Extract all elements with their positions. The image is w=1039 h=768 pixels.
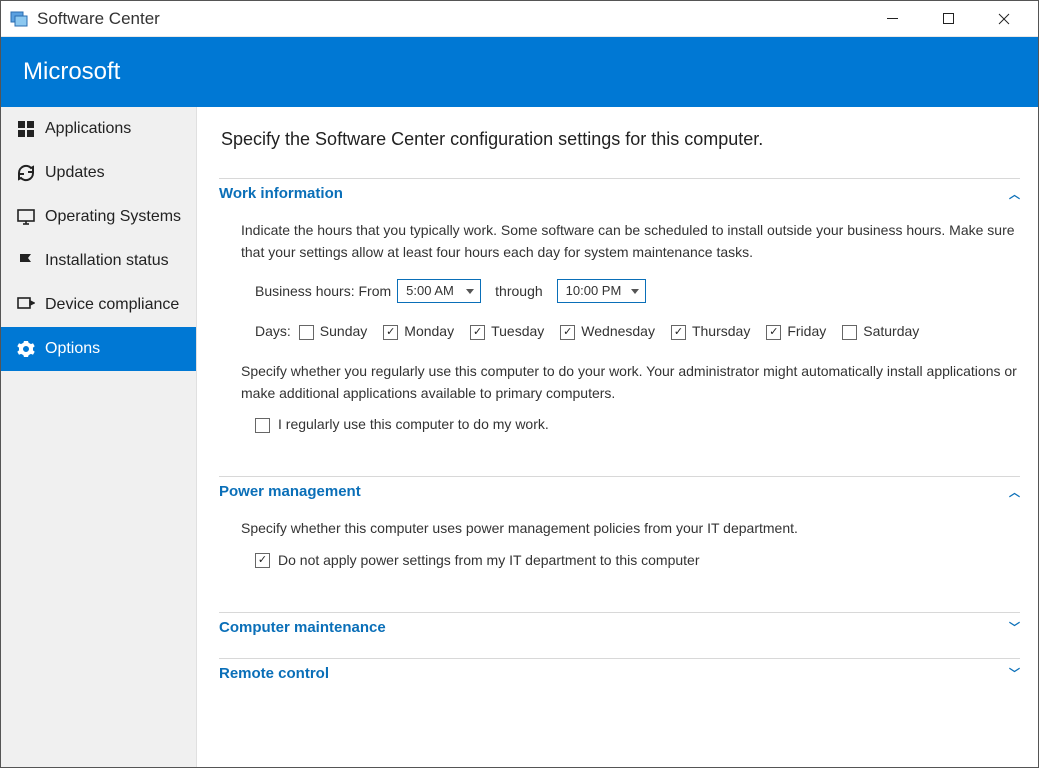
chevron-up-icon: ︿ <box>1009 484 1020 500</box>
work-info-description: Indicate the hours that you typically wo… <box>241 220 1020 263</box>
day-thursday: ✓ Thursday <box>671 321 750 343</box>
section-title: Work information <box>219 185 343 202</box>
shield-icon <box>17 296 35 314</box>
section-header-computer-maintenance[interactable]: Computer maintenance ﹀ <box>219 612 1020 642</box>
sidebar: Applications Updates Operating Systems I… <box>1 107 197 767</box>
day-label: Monday <box>404 321 454 343</box>
sidebar-item-label: Updates <box>45 164 105 182</box>
from-time-value: 5:00 AM <box>406 281 454 301</box>
section-remote-control: Remote control ﹀ <box>219 658 1020 688</box>
section-title: Power management <box>219 483 361 500</box>
sidebar-item-label: Applications <box>45 120 131 138</box>
power-check-row: ✓ Do not apply power settings from my IT… <box>255 550 1020 572</box>
primary-computer-label: I regularly use this computer to do my w… <box>278 414 549 436</box>
chevron-up-icon: ︿ <box>1009 186 1020 202</box>
section-body-power-management: Specify whether this computer uses power… <box>219 506 1020 595</box>
section-title: Computer maintenance <box>219 619 386 636</box>
sidebar-item-label: Operating Systems <box>45 208 181 226</box>
brand-label: Microsoft <box>23 58 120 86</box>
section-computer-maintenance: Computer maintenance ﹀ <box>219 612 1020 642</box>
main-panel: Specify the Software Center configuratio… <box>197 107 1038 767</box>
day-sunday: Sunday <box>299 321 367 343</box>
chevron-down-icon <box>631 289 639 294</box>
minimize-button[interactable] <box>874 5 910 33</box>
days-label: Days: <box>255 321 291 343</box>
day-label: Saturday <box>863 321 919 343</box>
business-hours-label: Business hours: From <box>255 281 391 303</box>
primary-computer-description: Specify whether you regularly use this c… <box>241 361 1020 404</box>
day-label: Thursday <box>692 321 750 343</box>
window-controls <box>874 5 1030 33</box>
page-heading: Specify the Software Center configuratio… <box>219 129 1020 150</box>
flag-icon <box>17 252 35 270</box>
day-label: Sunday <box>320 321 367 343</box>
day-label: Wednesday <box>581 321 655 343</box>
section-header-power-management[interactable]: Power management ︿ <box>219 476 1020 506</box>
day-wednesday: ✓ Wednesday <box>560 321 655 343</box>
checkbox-friday[interactable]: ✓ <box>766 325 781 340</box>
power-description: Specify whether this computer uses power… <box>241 518 1020 540</box>
brand-bar: Microsoft <box>1 37 1038 107</box>
gear-icon <box>17 340 35 358</box>
monitor-icon <box>17 208 35 226</box>
day-label: Friday <box>787 321 826 343</box>
sidebar-item-applications[interactable]: Applications <box>1 107 196 151</box>
sidebar-item-label: Device compliance <box>45 296 179 314</box>
checkbox-sunday[interactable] <box>299 325 314 340</box>
content-area: Applications Updates Operating Systems I… <box>1 107 1038 767</box>
chevron-down-icon <box>466 289 474 294</box>
day-saturday: Saturday <box>842 321 919 343</box>
through-label: through <box>495 281 542 303</box>
sidebar-item-label: Installation status <box>45 252 169 270</box>
section-header-remote-control[interactable]: Remote control ﹀ <box>219 658 1020 688</box>
days-row: Days: Sunday ✓ Monday ✓ Tuesday ✓ <box>255 321 1020 343</box>
app-icon <box>9 9 29 29</box>
section-body-work-information: Indicate the hours that you typically wo… <box>219 208 1020 460</box>
sidebar-item-installation-status[interactable]: Installation status <box>1 239 196 283</box>
checkbox-thursday[interactable]: ✓ <box>671 325 686 340</box>
to-time-value: 10:00 PM <box>566 281 622 301</box>
checkbox-wednesday[interactable]: ✓ <box>560 325 575 340</box>
checkbox-tuesday[interactable]: ✓ <box>470 325 485 340</box>
checkbox-saturday[interactable] <box>842 325 857 340</box>
section-work-information: Work information ︿ Indicate the hours th… <box>219 178 1020 460</box>
checkbox-power-optout[interactable]: ✓ <box>255 553 270 568</box>
power-check-label: Do not apply power settings from my IT d… <box>278 550 699 572</box>
day-friday: ✓ Friday <box>766 321 826 343</box>
day-monday: ✓ Monday <box>383 321 454 343</box>
section-title: Remote control <box>219 665 329 682</box>
sidebar-item-label: Options <box>45 340 100 358</box>
chevron-down-icon: ﹀ <box>1009 665 1020 681</box>
window-title: Software Center <box>37 9 160 29</box>
chevron-down-icon: ﹀ <box>1009 619 1020 635</box>
checkbox-primary-computer[interactable] <box>255 418 270 433</box>
titlebar: Software Center <box>1 1 1038 37</box>
from-time-dropdown[interactable]: 5:00 AM <box>397 279 481 303</box>
close-button[interactable] <box>986 5 1022 33</box>
day-tuesday: ✓ Tuesday <box>470 321 544 343</box>
grid-icon <box>17 120 35 138</box>
maximize-button[interactable] <box>930 5 966 33</box>
primary-computer-row: I regularly use this computer to do my w… <box>255 414 1020 436</box>
refresh-icon <box>17 164 35 182</box>
sidebar-item-updates[interactable]: Updates <box>1 151 196 195</box>
sidebar-item-options[interactable]: Options <box>1 327 196 371</box>
sidebar-item-operating-systems[interactable]: Operating Systems <box>1 195 196 239</box>
day-label: Tuesday <box>491 321 544 343</box>
checkbox-monday[interactable]: ✓ <box>383 325 398 340</box>
to-time-dropdown[interactable]: 10:00 PM <box>557 279 647 303</box>
business-hours-row: Business hours: From 5:00 AM through 10:… <box>255 279 1020 303</box>
sidebar-item-device-compliance[interactable]: Device compliance <box>1 283 196 327</box>
section-power-management: Power management ︿ Specify whether this … <box>219 476 1020 595</box>
section-header-work-information[interactable]: Work information ︿ <box>219 178 1020 208</box>
